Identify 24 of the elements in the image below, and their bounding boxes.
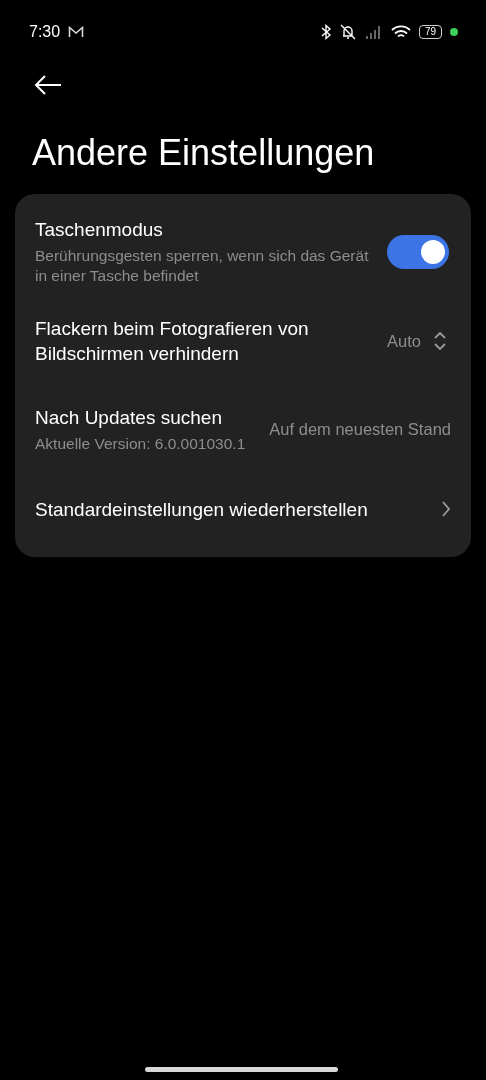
privacy-indicator-icon [450,28,458,36]
chevron-right-icon [441,500,451,518]
setting-row[interactable]: Taschenmodus Berührungsgesten sperren, wenn sich das Gerät in einer Tasche befindet [15,206,471,297]
setting-description: Aktuelle Version: 6.0.001030.1 [35,433,247,454]
setting-title: Standardeinstellungen wiederherstellen [35,497,369,522]
signal-icon [364,25,383,39]
setting-description: Berührungsgesten sperren, wenn sich das Gerät in einer Tasche befindet [35,246,370,286]
toggle-switch[interactable] [387,234,449,269]
page-title: Andere Einstellungen [32,132,376,174]
setting-title: Flackern beim Fotografieren von Bildschirmen verhindern [35,317,310,366]
chevron-up-down-icon [432,330,447,352]
status-time: 7:30 [29,23,61,41]
setting-value: Auf dem neuesten Stand [269,419,451,439]
setting-title: Taschenmodus [35,218,164,242]
setting-row[interactable]: Standardeinstellungen wiederherstellen [15,473,471,545]
setting-row[interactable]: Nach Updates suchen Aktuelle Version: 6.0.001030.1 Auf dem neuesten Stand [15,385,471,473]
muted-bell-icon [338,24,357,40]
setting-title: Nach Updates suchen [35,405,223,430]
wifi-icon [390,24,411,40]
mail-icon [68,26,85,38]
bluetooth-icon [320,24,331,40]
battery-indicator: 79 [418,25,442,39]
setting-value: Auto [387,331,421,351]
setting-row[interactable]: Flackern beim Fotografieren von Bildschirmen verhindern Auto [15,297,471,385]
